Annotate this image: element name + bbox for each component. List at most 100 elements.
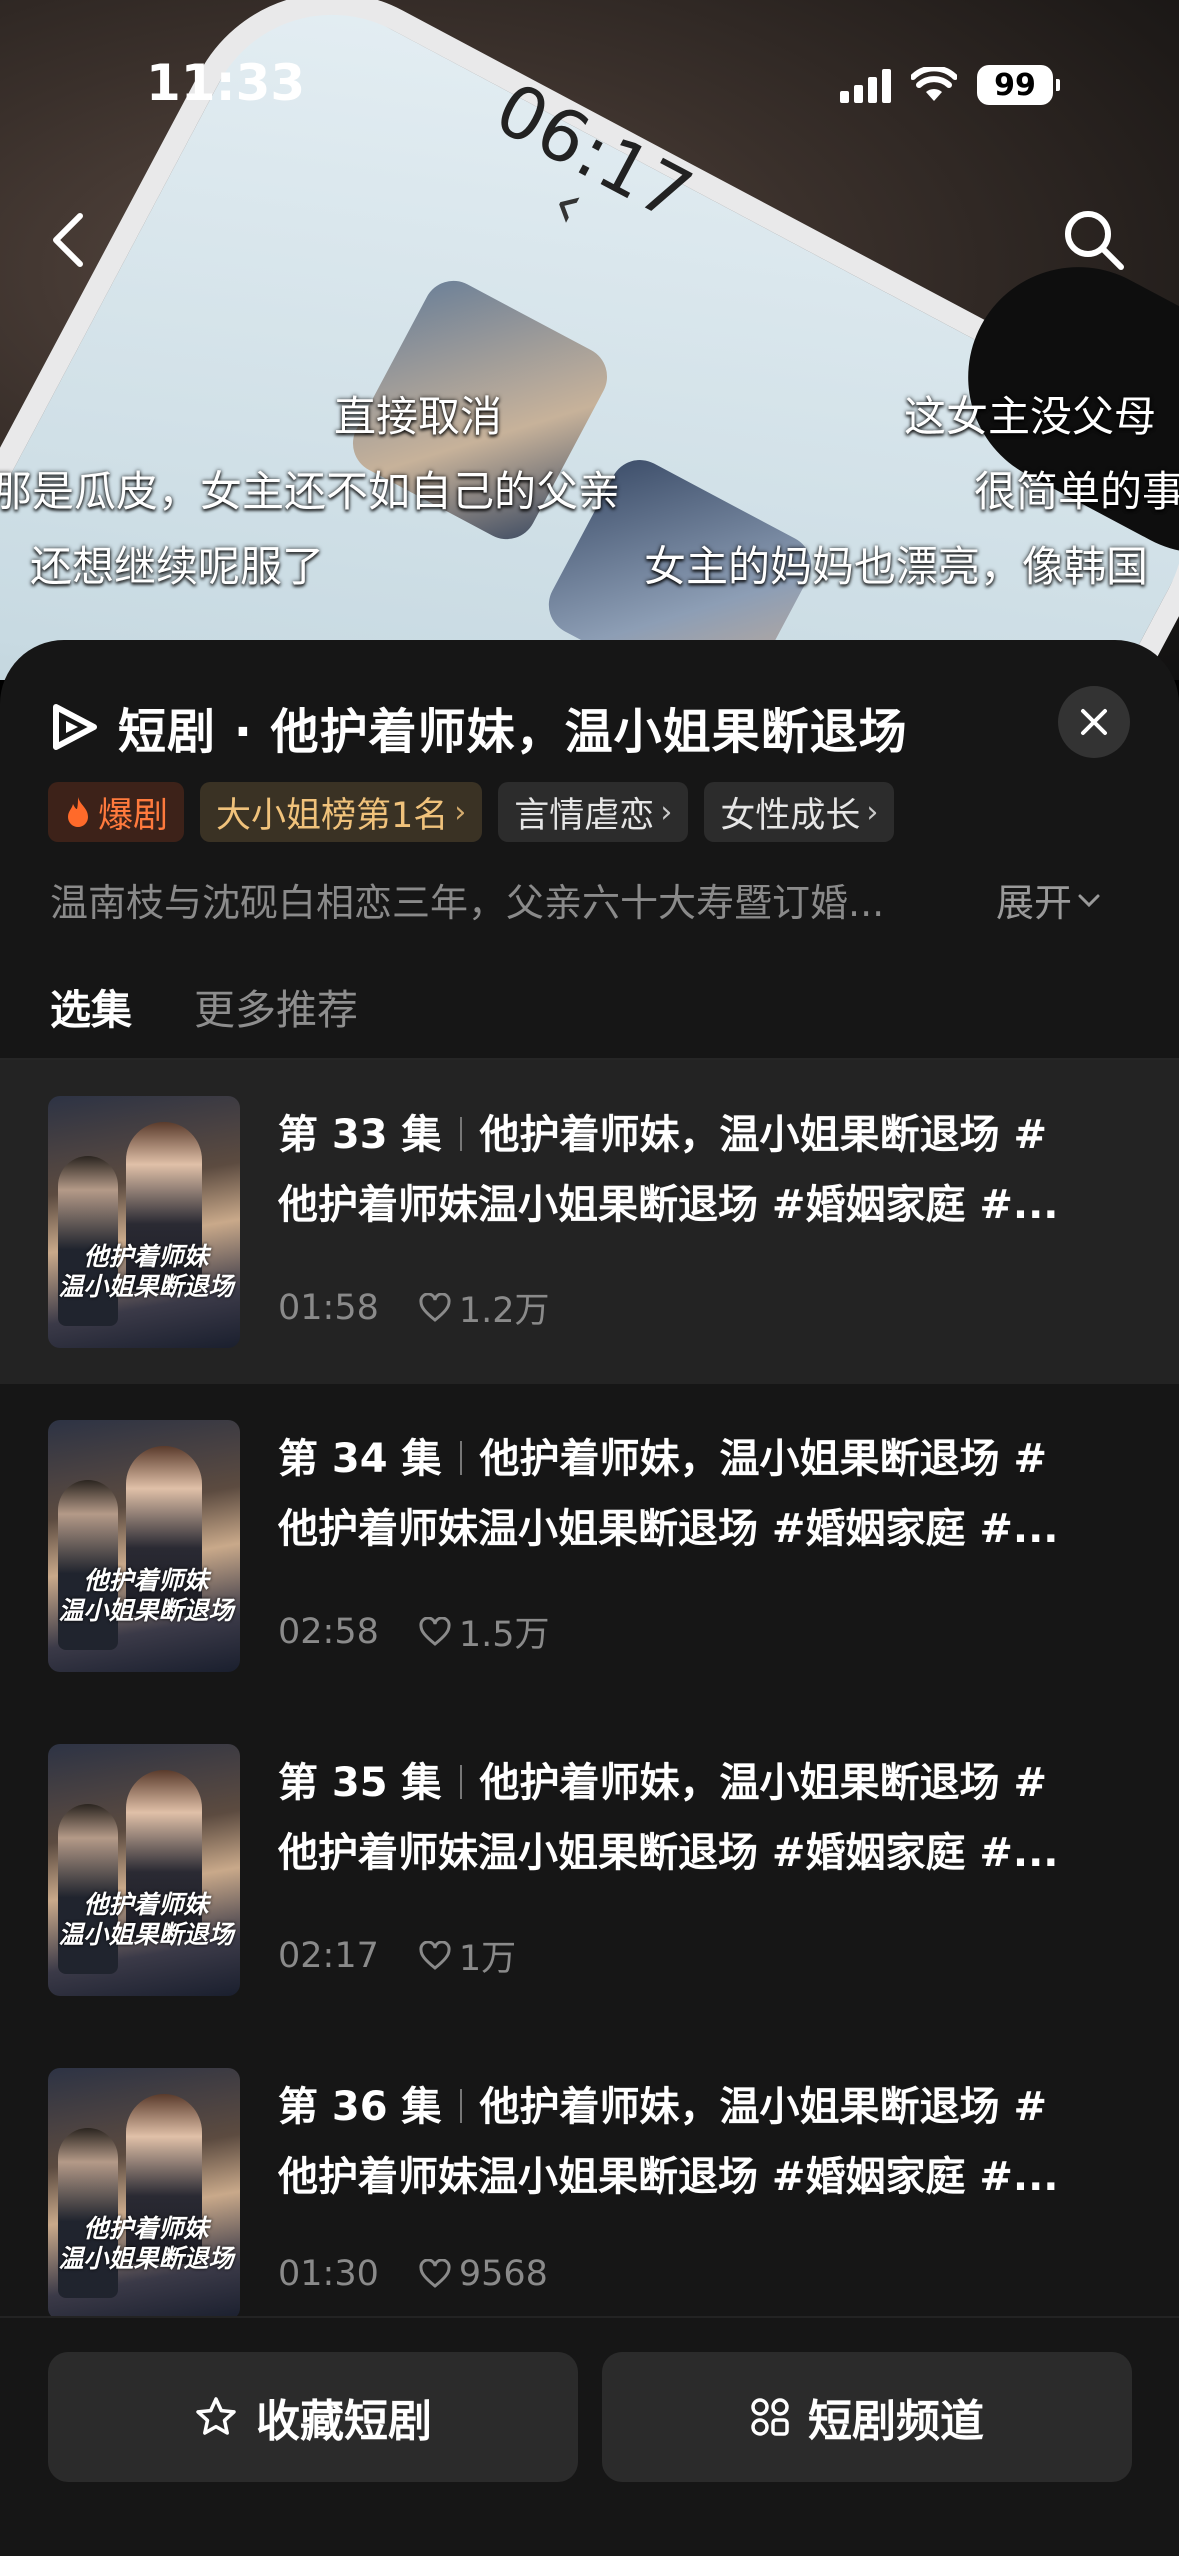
episode-title-line1: 他护着师妹，温小姐果断退场 #	[479, 1112, 1047, 1158]
favorite-label: 收藏短剧	[256, 2396, 432, 2447]
danmaku-comment: 直接取消	[334, 392, 503, 441]
tag-label: 言情虐恋	[514, 795, 655, 836]
episode-likes: 1.5万	[419, 1606, 550, 1657]
poster-title: 他护着师妹 温小姐果断退场	[58, 1566, 234, 1625]
likes-count: 9568	[458, 2254, 548, 2294]
sheet-tabs: 选集 更多推荐	[50, 976, 358, 1066]
tag-list: 爆剧 大小姐榜第1名 › 言情虐恋 › 女性成长 ›	[48, 782, 895, 842]
back-button[interactable]	[28, 200, 108, 280]
chevron-right-icon: ›	[660, 794, 673, 830]
poster-title: 他护着师妹 温小姐果断退场	[58, 1242, 234, 1301]
episode-title-line2: 他护着师妹温小姐果断退场 #婚姻家庭 #...	[278, 1830, 1059, 1876]
danmaku-comment: 那是瓜皮，女主还不如自己的父亲	[0, 467, 621, 516]
episode-title-line2: 他护着师妹温小姐果断退场 #婚姻家庭 #...	[278, 1182, 1059, 1228]
tag-genre[interactable]: 言情虐恋 ›	[498, 782, 689, 842]
status-icons: 99	[840, 64, 1060, 106]
episode-number: 第 34 集	[278, 1436, 442, 1482]
episode-item[interactable]: 他护着师妹 温小姐果断退场 第 34 集他护着师妹，温小姐果断退场 # 他护着师…	[0, 1384, 1179, 1708]
episode-likes: 1万	[419, 1930, 516, 1981]
short-drama-logo-icon	[53, 704, 97, 750]
episode-number: 第 35 集	[278, 1760, 442, 1806]
chevron-right-icon: ›	[866, 794, 879, 830]
flame-icon	[68, 797, 88, 827]
bottom-action-bar: 收藏短剧 短剧频道	[0, 2316, 1179, 2556]
sheet-header: 短剧 · 他护着师妹，温小姐果断退场	[50, 692, 908, 762]
danmaku-comment: 这女主没父母	[904, 392, 1157, 441]
episode-item[interactable]: 他护着师妹 温小姐果断退场 第 36 集他护着师妹，温小姐果断退场 # 他护着师…	[0, 2032, 1179, 2356]
heart-icon	[419, 1616, 451, 1646]
likes-count: 1.2万	[458, 1291, 550, 1331]
episode-item[interactable]: 他护着师妹 温小姐果断退场 第 33 集他护着师妹，温小姐果断退场 # 他护着师…	[0, 1060, 1179, 1384]
heart-icon	[419, 1292, 451, 1322]
episode-thumbnail: 他护着师妹 温小姐果断退场	[48, 1420, 240, 1672]
tab-more-recommendations[interactable]: 更多推荐	[194, 976, 358, 1066]
favorite-drama-button[interactable]: 收藏短剧	[48, 2352, 578, 2482]
separator	[459, 1441, 462, 1475]
drama-channel-button[interactable]: 短剧频道	[602, 2352, 1132, 2482]
heart-icon	[419, 1940, 451, 1970]
sheet-title: 短剧 · 他护着师妹，温小姐果断退场	[118, 704, 908, 760]
search-icon	[1065, 211, 1124, 270]
episode-number: 第 36 集	[278, 2084, 442, 2130]
poster-title: 他护着师妹 温小姐果断退场	[58, 2214, 234, 2273]
episode-sheet: 短剧 · 他护着师妹，温小姐果断退场 爆剧 大小姐榜第1名 › 言情虐恋 › 女…	[0, 640, 1179, 2556]
episode-meta: 01:58 1.2万	[278, 1282, 550, 1333]
close-icon	[1081, 709, 1107, 735]
separator	[459, 1765, 462, 1799]
search-button[interactable]	[1054, 200, 1134, 280]
tag-label: 爆剧	[98, 795, 169, 836]
danmaku-comment: 还想继续呢服了	[30, 542, 325, 591]
episode-title-line2: 他护着师妹温小姐果断退场 #婚姻家庭 #...	[278, 2154, 1059, 2200]
poster-title: 他护着师妹 温小姐果断退场	[58, 1890, 234, 1949]
tag-ranking[interactable]: 大小姐榜第1名 ›	[200, 782, 483, 842]
tab-episodes[interactable]: 选集	[50, 976, 132, 1066]
status-time: 11:33	[146, 54, 306, 112]
episode-likes: 9568	[419, 2254, 548, 2294]
back-arrow-icon	[53, 213, 83, 267]
episode-title-line1: 他护着师妹，温小姐果断退场 #	[479, 1436, 1047, 1482]
channel-label: 短剧频道	[808, 2396, 984, 2447]
episode-title-line2: 他护着师妹温小姐果断退场 #婚姻家庭 #...	[278, 1506, 1059, 1552]
heart-icon	[419, 2259, 451, 2288]
wifi-icon	[911, 67, 957, 101]
chevron-down-icon	[1078, 894, 1100, 907]
episode-likes: 1.2万	[419, 1282, 550, 1333]
episode-meta: 02:17 1万	[278, 1930, 516, 1981]
episode-thumbnail: 他护着师妹 温小姐果断退场	[48, 1744, 240, 1996]
episode-title-line1: 他护着师妹，温小姐果断退场 #	[479, 2084, 1047, 2130]
episode-title-line1: 他护着师妹，温小姐果断退场 #	[479, 1760, 1047, 1806]
episode-duration: 01:58	[278, 1287, 379, 1328]
likes-count: 1.5万	[458, 1615, 550, 1655]
separator	[459, 1117, 462, 1151]
tag-genre[interactable]: 女性成长 ›	[704, 782, 895, 842]
episode-title: 第 33 集他护着师妹，温小姐果断退场 # 他护着师妹温小姐果断退场 #婚姻家庭…	[278, 1100, 1138, 1240]
episode-list: 他护着师妹 温小姐果断退场 第 33 集他护着师妹，温小姐果断退场 # 他护着师…	[0, 1060, 1179, 2356]
episode-thumbnail: 他护着师妹 温小姐果断退场	[48, 2068, 240, 2320]
episode-duration: 01:30	[278, 2254, 379, 2294]
episode-duration: 02:58	[278, 1611, 379, 1652]
episode-title: 第 36 集他护着师妹，温小姐果断退场 # 他护着师妹温小姐果断退场 #婚姻家庭…	[278, 2072, 1138, 2212]
expand-label: 展开	[996, 881, 1073, 925]
episode-meta: 01:30 9568	[278, 2254, 548, 2294]
star-icon	[196, 2397, 236, 2435]
expand-description-button[interactable]: 展开	[996, 872, 1102, 927]
episode-title: 第 34 集他护着师妹，温小姐果断退场 # 他护着师妹温小姐果断退场 #婚姻家庭…	[278, 1424, 1138, 1564]
tag-hot[interactable]: 爆剧	[48, 782, 185, 842]
episode-item[interactable]: 他护着师妹 温小姐果断退场 第 35 集他护着师妹，温小姐果断退场 # 他护着师…	[0, 1708, 1179, 2032]
tag-label: 女性成长	[720, 795, 861, 836]
chevron-right-icon: ›	[454, 794, 467, 830]
episode-title: 第 35 集他护着师妹，温小姐果断退场 # 他护着师妹温小姐果断退场 #婚姻家庭…	[278, 1748, 1138, 1888]
episode-thumbnail: 他护着师妹 温小姐果断退场	[48, 1096, 240, 1348]
episode-number: 第 33 集	[278, 1112, 442, 1158]
battery-icon: 99	[977, 65, 1060, 105]
likes-count: 1万	[458, 1939, 517, 1979]
video-player[interactable]: 06:17 ‹ 直接取消 这女主没父母 那是瓜皮，女主还不如自己的父亲 很简单的…	[0, 0, 1179, 680]
danmaku-comment: 很简单的事	[974, 467, 1179, 516]
danmaku-comment: 女主的妈妈也漂亮，像韩国	[644, 542, 1149, 591]
separator	[459, 2089, 462, 2123]
grid-icon	[751, 2398, 789, 2436]
cellular-signal-icon	[840, 67, 891, 103]
close-sheet-button[interactable]	[1058, 686, 1130, 758]
tag-label: 大小姐榜第1名	[216, 795, 449, 836]
episode-duration: 02:17	[278, 1935, 379, 1976]
